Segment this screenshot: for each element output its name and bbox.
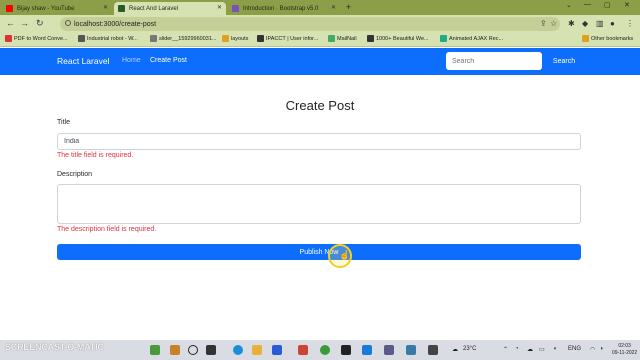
bookmark-item[interactable]: 1000+ Beautiful We... <box>367 35 429 42</box>
app-icon[interactable] <box>406 345 416 355</box>
app-icon[interactable] <box>150 345 160 355</box>
app-icon[interactable] <box>298 345 308 355</box>
nav-link-create-post[interactable]: Create Post <box>150 57 187 64</box>
react-laravel-favicon-icon <box>118 5 125 12</box>
nav-link-home[interactable]: Home <box>122 57 141 64</box>
url-bar[interactable]: localhost:3000/create-post <box>60 17 560 31</box>
bookmark-item[interactable]: MailNail <box>328 35 357 42</box>
watermark-recorded-with: RECORDED WITH <box>5 332 47 337</box>
tab-title: Introduction · Bootstrap v5.0 <box>243 5 319 12</box>
publish-now-button[interactable]: Publish Now <box>57 244 581 260</box>
new-tab-button[interactable]: + <box>343 2 354 13</box>
extension-icon[interactable]: ✱ <box>568 19 575 28</box>
bookmark-icon <box>150 35 157 42</box>
app-navbar: React Laravel Home Create Post Search <box>0 48 640 75</box>
edge-icon[interactable] <box>233 345 243 355</box>
page-title: Create Post <box>285 98 355 113</box>
address-bar-row: ← → ↻ localhost:3000/create-post ⇪ ☆ ✱ ◆… <box>0 15 640 33</box>
temperature-text[interactable]: 23°C <box>463 346 476 352</box>
profile-avatar-icon[interactable]: ● <box>610 19 615 28</box>
description-error-message: The description field is required. <box>57 226 157 233</box>
search-icon[interactable] <box>188 345 198 355</box>
browser-tab-youtube[interactable]: Bijay shaw - YouTube ✕ <box>2 2 112 15</box>
app-icon[interactable] <box>170 345 180 355</box>
title-input[interactable] <box>57 133 581 150</box>
url-text: localhost:3000/create-post <box>74 20 157 28</box>
menu-icon[interactable]: ⋮ <box>626 19 634 28</box>
close-icon[interactable]: ✕ <box>331 4 336 11</box>
bookmark-icon <box>440 35 447 42</box>
search-button[interactable]: Search <box>546 52 582 70</box>
back-icon[interactable]: ← <box>6 18 15 28</box>
app-icon[interactable] <box>384 345 394 355</box>
browser-tab-strip: Bijay shaw - YouTube ✕ React And Laravel… <box>0 0 640 15</box>
tray-chevron-icon[interactable]: ⌃ <box>503 346 508 353</box>
bookmark-icon <box>78 35 85 42</box>
close-icon[interactable]: ✕ <box>217 4 222 11</box>
bookmark-item[interactable]: layouts <box>222 35 248 42</box>
puzzle-icon[interactable]: ◆ <box>582 19 588 28</box>
browser-tab-bootstrap[interactable]: Introduction · Bootstrap v5.0 ✕ <box>228 2 340 15</box>
title-label: Title <box>57 119 70 126</box>
explorer-icon[interactable] <box>252 345 262 355</box>
network-icon[interactable]: ◔ <box>515 346 519 352</box>
speaker-icon[interactable]: ◗ <box>600 346 604 352</box>
minimize-icon[interactable]: — <box>584 1 591 8</box>
mouse-pointer-icon: ☝ <box>339 250 351 260</box>
tab-title: React And Laravel <box>129 5 179 12</box>
clock-date: 09-11-2022 <box>612 350 638 356</box>
weather-icon[interactable]: ☁ <box>452 346 458 353</box>
store-icon[interactable] <box>272 345 282 355</box>
bookmark-item[interactable]: slider__15929960031... <box>150 35 217 42</box>
sidebar-icon[interactable]: ▥ <box>596 19 604 28</box>
site-info-icon[interactable] <box>65 20 71 26</box>
clock[interactable]: 02:03 09-11-2022 <box>612 343 637 357</box>
bookmark-icon <box>328 35 335 42</box>
bookmarks-bar: PDF to Word Conve... Industrial robot - … <box>0 33 640 47</box>
task-view-icon[interactable] <box>206 345 216 355</box>
bookmark-icon <box>367 35 374 42</box>
description-label: Description <box>57 171 93 178</box>
battery-icon[interactable]: ▭ <box>539 346 545 353</box>
browser-tab-react-laravel[interactable]: React And Laravel ✕ <box>114 2 226 15</box>
youtube-icon <box>6 5 13 12</box>
folder-icon <box>582 35 589 42</box>
bookmark-item[interactable]: IPACCT | User infor... <box>257 35 318 42</box>
forward-icon[interactable]: → <box>20 18 29 28</box>
terminal-icon[interactable] <box>341 345 351 355</box>
bookmark-item[interactable]: Animated AJAX Rec... <box>440 35 503 42</box>
window-close-icon[interactable]: ✕ <box>624 1 630 9</box>
bootstrap-icon <box>232 5 239 12</box>
app-icon[interactable] <box>428 345 438 355</box>
bookmark-icon <box>257 35 264 42</box>
wifi-icon[interactable]: ◠ <box>590 346 595 353</box>
volume-icon[interactable]: ◖ <box>553 346 557 352</box>
clock-time: 02:03 <box>618 343 631 349</box>
cloud-icon[interactable]: ☁ <box>527 346 533 353</box>
navbar-brand[interactable]: React Laravel <box>57 56 109 66</box>
bookmark-icon <box>5 35 12 42</box>
language-indicator[interactable]: ENG <box>568 346 581 352</box>
share-icon[interactable]: ⇪ <box>540 19 547 28</box>
search-input[interactable] <box>446 52 542 70</box>
bookmark-star-icon[interactable]: ☆ <box>550 19 557 28</box>
vscode-icon[interactable] <box>362 345 372 355</box>
chrome-icon[interactable] <box>320 345 330 355</box>
bookmark-item[interactable]: Industrial robot - W... <box>78 35 138 42</box>
close-icon[interactable]: ✕ <box>103 4 108 11</box>
folder-icon <box>222 35 229 42</box>
maximize-icon[interactable]: ▢ <box>604 1 611 9</box>
watermark-logo: SCREENCAST-O-MATIC <box>5 342 104 352</box>
tab-search-icon[interactable]: ⌄ <box>566 1 572 9</box>
description-textarea[interactable] <box>57 184 581 224</box>
tab-title: Bijay shaw - YouTube <box>17 5 75 12</box>
reload-icon[interactable]: ↻ <box>36 18 44 29</box>
bookmark-item-other[interactable]: Other bookmarks <box>582 35 633 42</box>
bookmark-item[interactable]: PDF to Word Conve... <box>5 35 68 42</box>
title-error-message: The title field is required. <box>57 152 134 159</box>
